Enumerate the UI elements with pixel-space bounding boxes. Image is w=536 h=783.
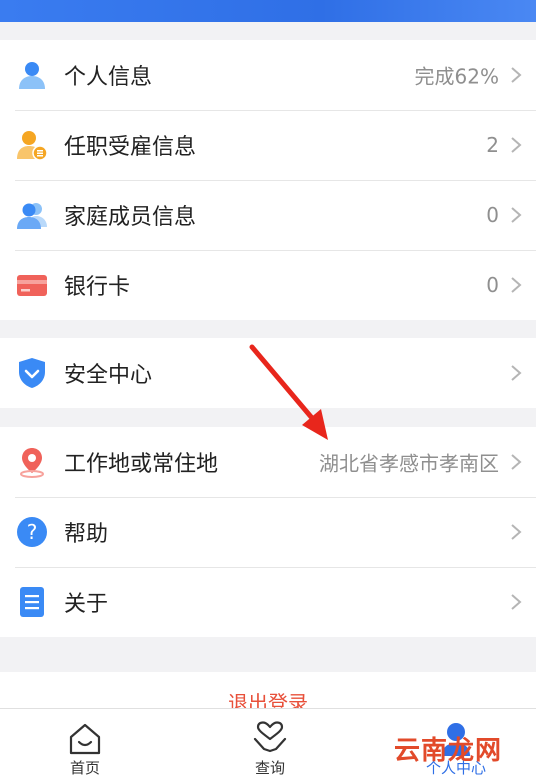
menu-item-about[interactable]: 关于 bbox=[0, 567, 536, 637]
menu-item-label: 工作地或常住地 bbox=[64, 452, 219, 477]
menu-item-label: 个人信息 bbox=[64, 65, 153, 90]
watermark: 云南龙网 bbox=[393, 736, 502, 766]
chevron-right-icon bbox=[509, 276, 523, 294]
menu-item-label: 任职受雇信息 bbox=[64, 135, 197, 160]
menu-item-family-info[interactable]: 家庭成员信息 0 bbox=[0, 180, 536, 250]
logout-button[interactable]: 退出登录 bbox=[0, 672, 536, 712]
profile-section: 个人信息 完成62% 任职受雇信息 2 家庭成员信息 0 银行卡 0 bbox=[0, 40, 536, 320]
top-header-bar bbox=[0, 0, 536, 22]
bank-card-icon bbox=[16, 269, 48, 301]
chevron-right-icon bbox=[509, 523, 523, 541]
chevron-right-icon bbox=[509, 364, 523, 382]
help-icon: ? bbox=[16, 516, 48, 548]
menu-item-work-location[interactable]: 工作地或常住地 湖北省孝感市孝南区 bbox=[0, 427, 536, 497]
completion-value: 完成62% bbox=[414, 64, 499, 89]
chevron-right-icon bbox=[509, 206, 523, 224]
location-value: 湖北省孝感市孝南区 bbox=[319, 451, 499, 476]
bottom-tab-bar: 首页 查询 个人中心 云南龙网 bbox=[0, 708, 536, 783]
menu-item-help[interactable]: ? 帮助 bbox=[0, 497, 536, 567]
menu-item-label: 帮助 bbox=[64, 522, 109, 547]
other-section: 工作地或常住地 湖北省孝感市孝南区 ? 帮助 关于 bbox=[0, 427, 536, 637]
chevron-right-icon bbox=[509, 66, 523, 84]
location-pin-icon bbox=[16, 446, 48, 478]
count-value: 2 bbox=[486, 133, 499, 157]
document-icon bbox=[16, 586, 48, 618]
menu-item-security-center[interactable]: 安全中心 bbox=[0, 338, 536, 408]
tab-query[interactable]: 查询 bbox=[210, 709, 330, 783]
count-value: 0 bbox=[486, 273, 499, 297]
tab-home[interactable]: 首页 bbox=[25, 709, 145, 783]
security-section: 安全中心 bbox=[0, 338, 536, 408]
shield-icon bbox=[16, 357, 48, 389]
chevron-right-icon bbox=[509, 453, 523, 471]
tab-label: 查询 bbox=[254, 759, 285, 777]
svg-text:?: ? bbox=[27, 520, 38, 544]
menu-item-bank-card[interactable]: 银行卡 0 bbox=[0, 250, 536, 320]
person-icon bbox=[16, 59, 48, 91]
menu-item-label: 银行卡 bbox=[64, 275, 131, 300]
chevron-right-icon bbox=[509, 593, 523, 611]
menu-item-label: 家庭成员信息 bbox=[64, 205, 197, 230]
tab-label: 首页 bbox=[69, 759, 100, 777]
menu-item-label: 关于 bbox=[64, 592, 109, 617]
menu-item-label: 安全中心 bbox=[64, 363, 153, 388]
count-value: 0 bbox=[486, 203, 499, 227]
chevron-right-icon bbox=[509, 136, 523, 154]
employee-badge-icon bbox=[16, 129, 48, 161]
heart-hand-icon bbox=[252, 721, 288, 757]
menu-item-employment-info[interactable]: 任职受雇信息 2 bbox=[0, 110, 536, 180]
family-members-icon bbox=[16, 199, 48, 231]
menu-item-personal-info[interactable]: 个人信息 完成62% bbox=[0, 40, 536, 110]
home-icon bbox=[67, 721, 103, 757]
